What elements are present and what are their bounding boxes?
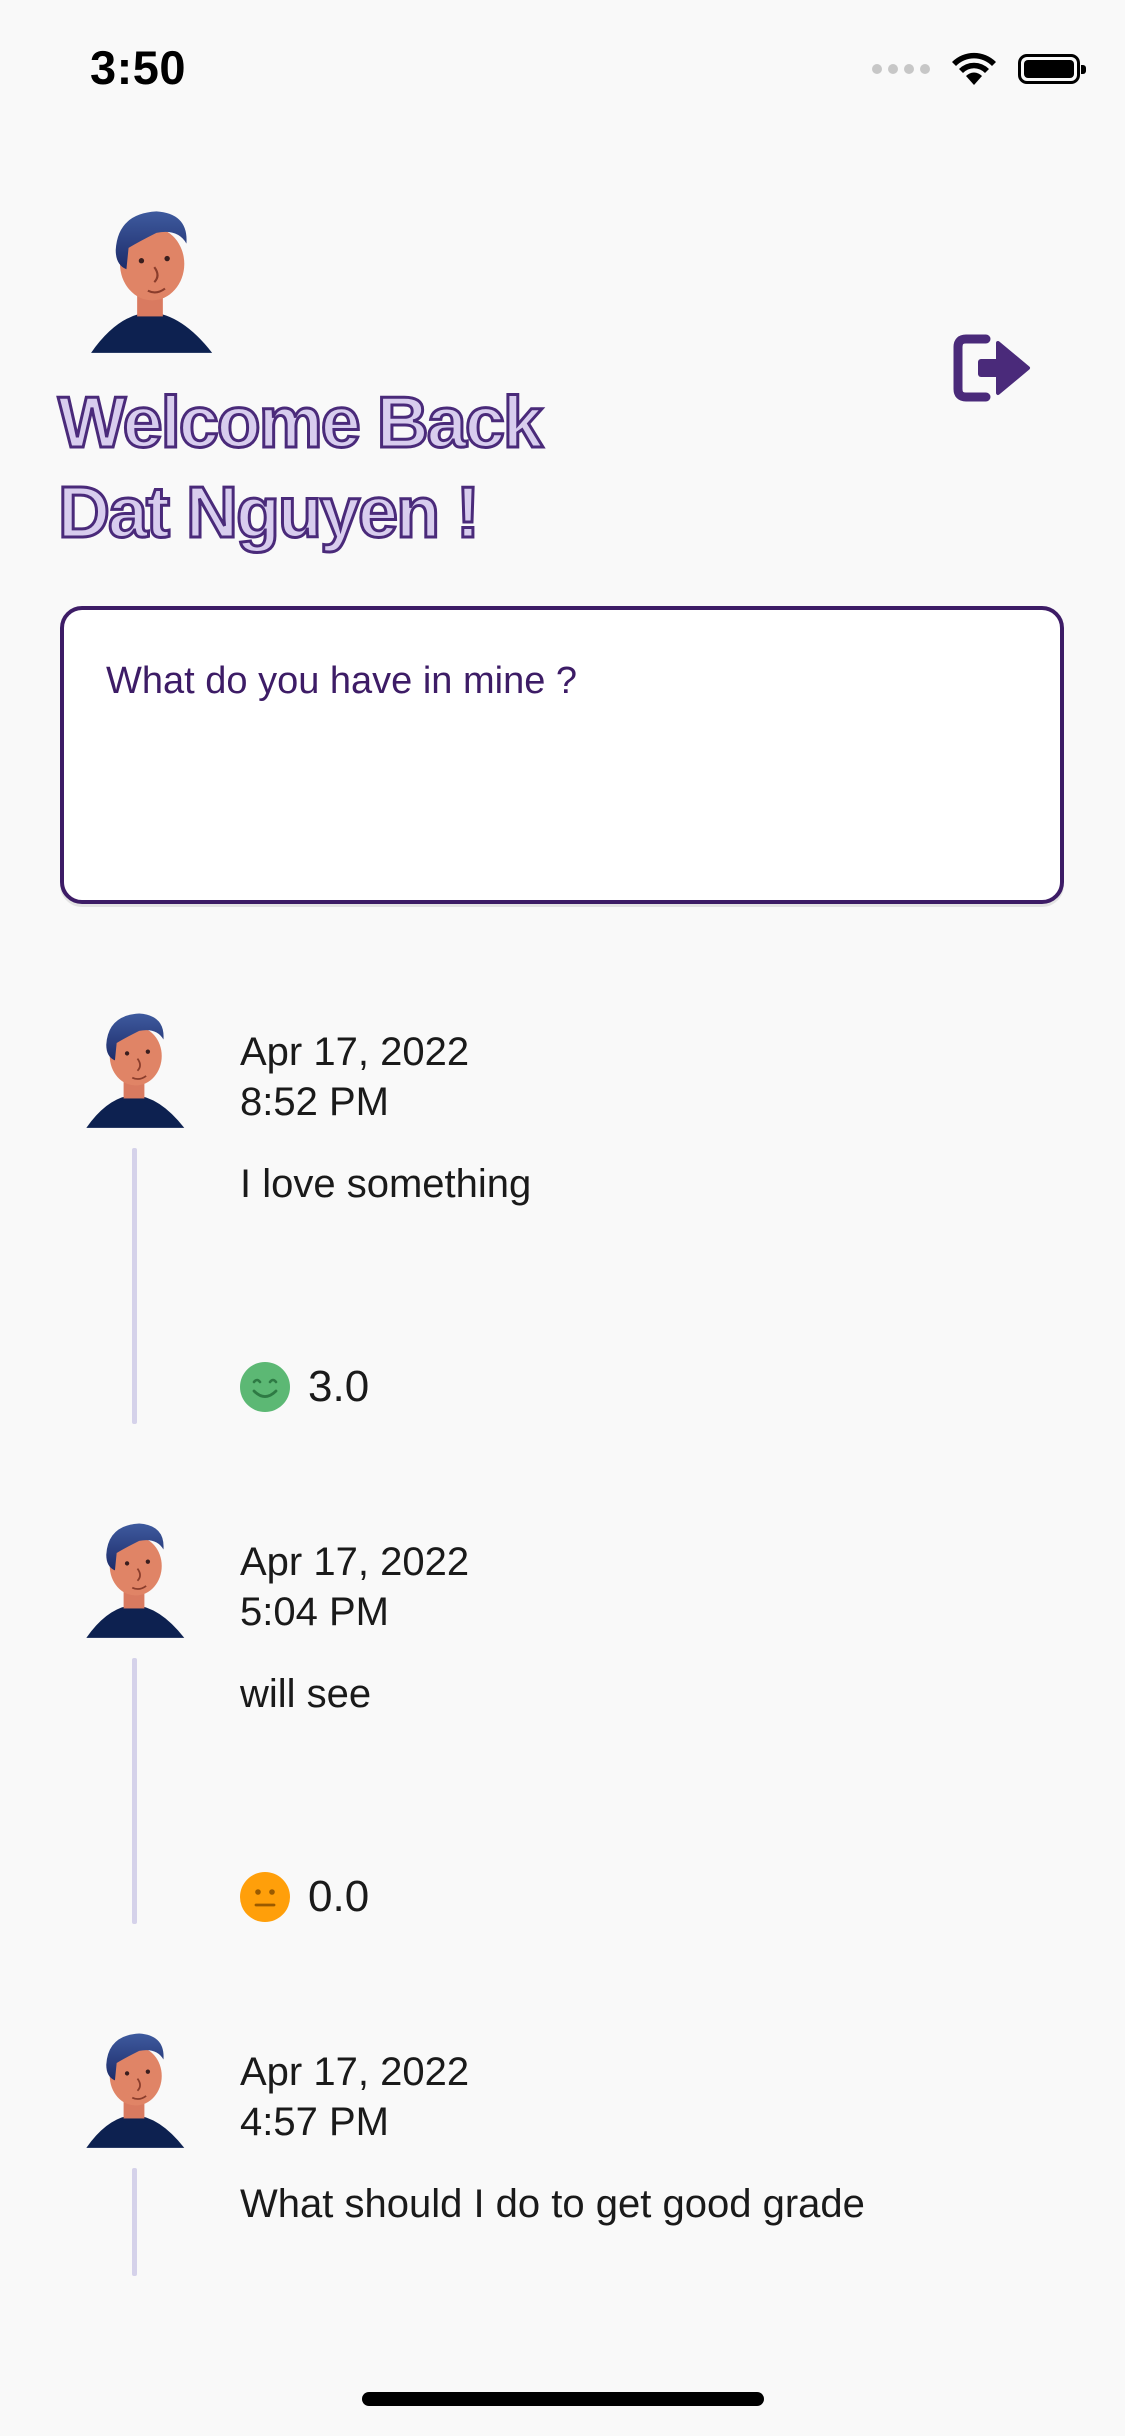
status-icons — [872, 52, 1086, 86]
timeline-line — [132, 1658, 137, 1924]
battery-icon — [1018, 54, 1086, 84]
avatar — [82, 2028, 186, 2154]
happy-face-icon — [240, 1362, 290, 1412]
entry-date: Apr 17, 2022 — [240, 1540, 470, 1584]
signal-icon — [872, 64, 930, 74]
timeline-line — [132, 1148, 137, 1424]
entry-time: 5:04 PM — [240, 1590, 389, 1634]
timeline-line — [132, 2168, 137, 2276]
entry-text: will see — [240, 1672, 372, 1716]
new-entry-box[interactable] — [60, 606, 1064, 904]
user-avatar[interactable] — [85, 205, 215, 359]
entry-text: I love something — [240, 1162, 532, 1206]
wifi-icon — [952, 52, 996, 85]
entry-date: Apr 17, 2022 — [240, 1030, 470, 1074]
mood-score: 3.0 — [240, 1362, 369, 1412]
entry-text: What should I do to get good grade — [240, 2182, 865, 2226]
avatar — [82, 1008, 186, 1134]
mood-score: 0.0 — [240, 1872, 369, 1922]
user-name: Dat Nguyen ! — [57, 472, 482, 555]
entry-time: 8:52 PM — [240, 1080, 389, 1124]
neutral-face-icon — [240, 1872, 290, 1922]
home-indicator[interactable] — [362, 2392, 764, 2406]
welcome-line: Welcome Back — [57, 382, 545, 465]
journal-home-screen: 3:50 Welcome Back Dat Nguyen ! What do y… — [0, 0, 1125, 2436]
score-value: 0.0 — [308, 1872, 370, 1921]
entry-time: 4:57 PM — [240, 2100, 389, 2144]
entry-date: Apr 17, 2022 — [240, 2050, 470, 2094]
score-value: 3.0 — [308, 1362, 370, 1411]
status-time: 3:50 — [90, 41, 187, 94]
avatar — [82, 1518, 186, 1644]
welcome-heading: Welcome Back Dat Nguyen ! — [57, 378, 545, 558]
new-entry-input[interactable] — [64, 610, 1060, 900]
logout-icon[interactable] — [952, 333, 1032, 403]
